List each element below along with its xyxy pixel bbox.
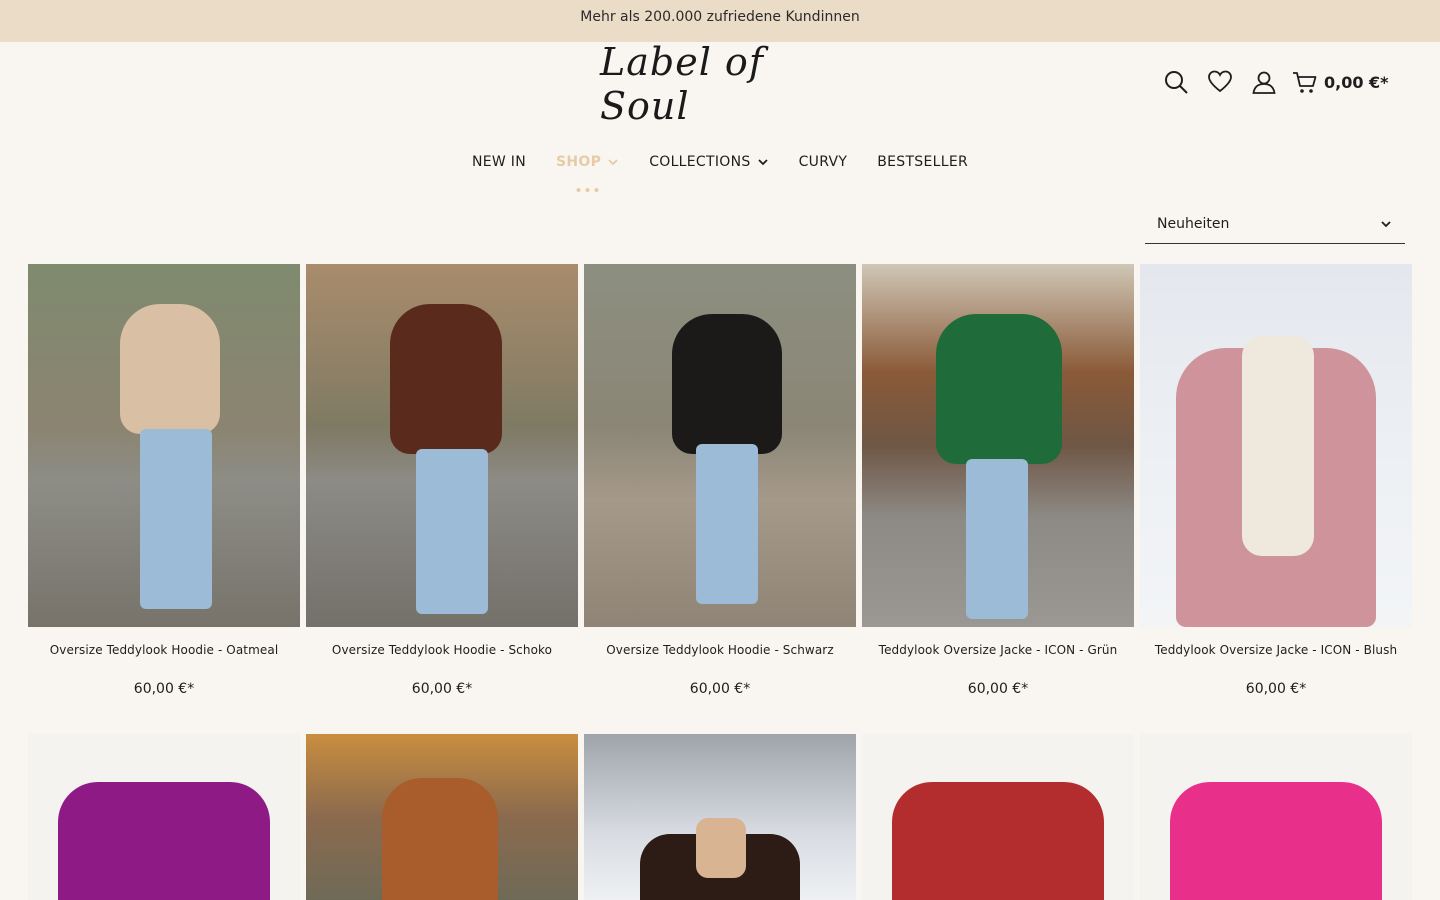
chevron-down-icon	[757, 159, 768, 166]
nav-item-collections[interactable]: COLLECTIONS	[649, 150, 768, 174]
product-name[interactable]: Oversize Teddylook Hoodie - Schoko	[306, 643, 578, 659]
product-card[interactable]	[28, 734, 300, 900]
product-name[interactable]: Oversize Teddylook Hoodie - Oatmeal	[28, 643, 300, 659]
product-figure	[382, 778, 498, 900]
nav-item-bestseller[interactable]: BESTSELLER	[877, 150, 968, 174]
product-price: 60,00 €*	[689, 681, 751, 697]
product-card[interactable]: Teddylook Oversize Jacke - ICON - Blush …	[1140, 264, 1412, 699]
sort-selected-value: Neuheiten	[1157, 215, 1230, 232]
product-price: 60,00 €*	[133, 681, 195, 697]
product-card[interactable]: Teddylook Oversize Jacke - ICON - Grün 6…	[862, 264, 1134, 699]
nav-item-label: SHOP	[556, 154, 602, 170]
product-card[interactable]	[584, 734, 856, 900]
product-price: 60,00 €*	[1245, 681, 1307, 697]
product-figure	[58, 782, 270, 900]
product-figure	[892, 782, 1104, 900]
product-image[interactable]	[1140, 734, 1412, 900]
product-image[interactable]	[862, 734, 1134, 900]
brand-logo[interactable]: Label of Soul	[600, 40, 840, 128]
product-card[interactable]: Oversize Teddylook Hoodie - Schwarz 60,0…	[584, 264, 856, 699]
user-icon[interactable]	[1248, 66, 1280, 98]
search-icon[interactable]	[1160, 66, 1192, 98]
product-card[interactable]: Oversize Teddylook Hoodie - Schoko 60,00…	[306, 264, 578, 699]
main-navigation: NEW IN SHOP COLLECTIONS CURVY BESTSELLER	[0, 150, 1440, 192]
product-image[interactable]	[862, 264, 1134, 627]
product-image[interactable]	[306, 734, 578, 900]
announcement-bar: Mehr als 200.000 zufriedene Kundinnen	[0, 0, 1440, 42]
product-image[interactable]	[306, 264, 578, 627]
product-figure	[390, 304, 502, 454]
product-figure	[672, 314, 782, 454]
product-figure	[936, 314, 1062, 464]
product-card[interactable]: Oversize Teddylook Hoodie - Oatmeal 60,0…	[28, 264, 300, 699]
header-actions: 0,00 €*	[1160, 66, 1389, 98]
chevron-down-icon	[1381, 220, 1391, 227]
product-image[interactable]	[1140, 264, 1412, 627]
product-name[interactable]: Oversize Teddylook Hoodie - Schwarz	[584, 643, 856, 659]
loading-dots	[574, 188, 601, 192]
product-card[interactable]	[862, 734, 1134, 900]
product-image[interactable]	[584, 264, 856, 627]
product-image[interactable]	[584, 734, 856, 900]
product-card[interactable]	[1140, 734, 1412, 900]
product-price: 60,00 €*	[967, 681, 1029, 697]
product-grid-row-2	[28, 734, 1412, 900]
announcement-text: Mehr als 200.000 zufriedene Kundinnen	[580, 9, 860, 25]
product-card[interactable]	[306, 734, 578, 900]
nav-item-label: CURVY	[798, 154, 848, 170]
logo-text: Label of Soul	[600, 40, 764, 128]
nav-item-shop[interactable]: SHOP	[556, 150, 619, 192]
chevron-down-icon	[608, 159, 618, 166]
cart-total: 0,00 €*	[1324, 72, 1389, 92]
nav-item-new-in[interactable]: NEW IN	[472, 150, 526, 174]
sort-select[interactable]: Neuheiten	[1145, 204, 1405, 244]
product-price: 60,00 €*	[411, 681, 473, 697]
product-image[interactable]	[28, 264, 300, 627]
cart-icon	[1293, 72, 1317, 93]
product-figure	[120, 304, 220, 434]
heart-icon[interactable]	[1204, 66, 1236, 98]
product-image[interactable]	[28, 734, 300, 900]
product-grid: Oversize Teddylook Hoodie - Oatmeal 60,0…	[28, 264, 1412, 699]
nav-item-label: COLLECTIONS	[649, 154, 751, 170]
cart-button[interactable]: 0,00 €*	[1292, 69, 1389, 95]
product-figure	[1170, 782, 1382, 900]
nav-item-curvy[interactable]: CURVY	[799, 150, 848, 174]
nav-item-label: NEW IN	[472, 154, 527, 170]
product-name[interactable]: Teddylook Oversize Jacke - ICON - Grün	[862, 643, 1134, 659]
nav-item-label: BESTSELLER	[877, 154, 968, 170]
product-name[interactable]: Teddylook Oversize Jacke - ICON - Blush	[1140, 643, 1412, 659]
